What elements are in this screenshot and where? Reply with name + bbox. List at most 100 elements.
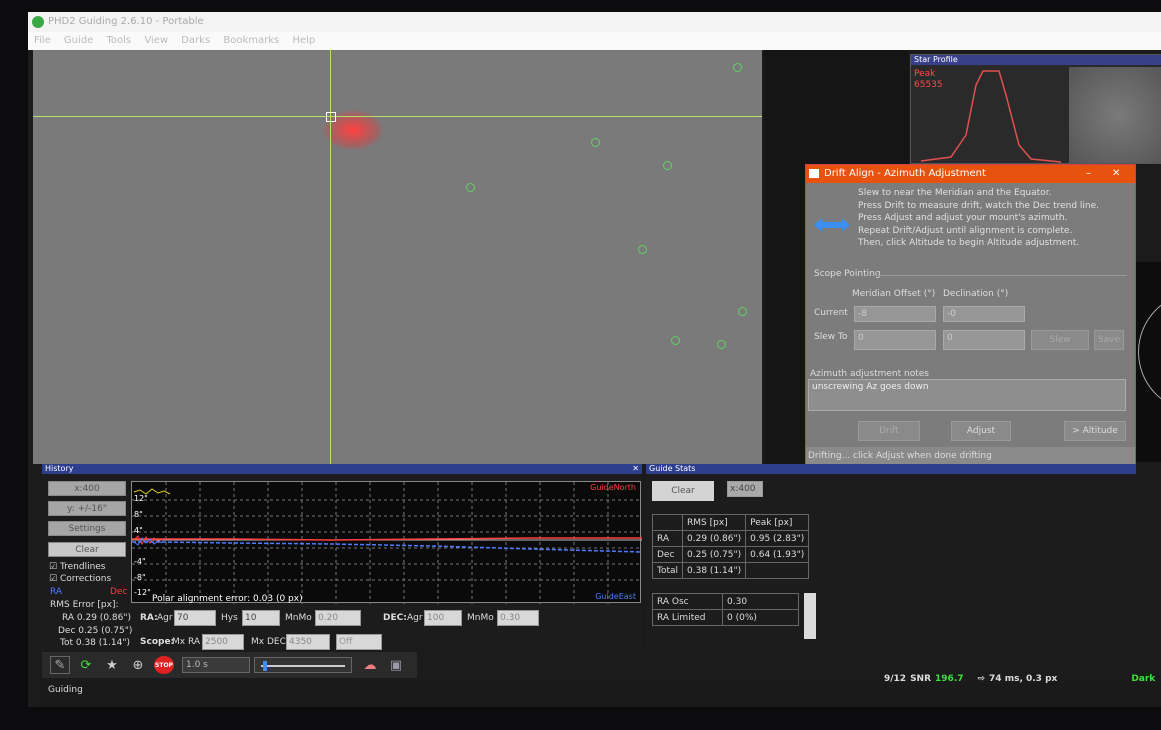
- ra-params-label: RA:: [140, 613, 158, 623]
- history-x-scale[interactable]: x:400: [48, 481, 126, 496]
- menu-tools[interactable]: Tools: [106, 35, 131, 46]
- slew-to-declination-stepper[interactable]: 0: [943, 330, 1025, 350]
- exposure-select[interactable]: 1.0 s: [182, 657, 250, 673]
- hys-label: Hys: [221, 613, 238, 623]
- header-cell: Peak [px]: [745, 514, 810, 531]
- star-icon[interactable]: ★: [102, 656, 122, 674]
- status-text: Guiding: [48, 685, 83, 695]
- close-icon[interactable]: ✕: [1112, 165, 1124, 183]
- stats-clear-button[interactable]: Clear: [652, 481, 714, 501]
- guide-north-label: GuideNorth: [590, 483, 636, 492]
- group-divider: [872, 275, 1127, 276]
- ra-min-move-stepper[interactable]: 0.20: [315, 610, 361, 626]
- pencil-icon[interactable]: ✎: [50, 656, 70, 674]
- app-icon: [32, 16, 44, 28]
- rms-error-title: RMS Error [px]:: [50, 600, 119, 610]
- oscillation-table: RA Osc 0.30 RA Limited 0 (0%): [652, 593, 799, 626]
- menu-view[interactable]: View: [144, 35, 168, 46]
- status-bar: Guiding 9/12 SNR 196.7 ⇨ 74 ms, 0.3 px D…: [42, 674, 1161, 705]
- window-title: PHD2 Guiding 2.6.10 - Portable: [48, 16, 204, 27]
- rms-dec: Dec 0.25 (0.75"): [58, 626, 133, 636]
- slew-to-meridian-stepper[interactable]: 0: [854, 330, 936, 350]
- table-row: RA Limited 0 (0%): [652, 609, 799, 626]
- header-cell: [651, 514, 684, 531]
- frame-count: 9/12: [884, 674, 907, 684]
- stats-scrollbar[interactable]: [804, 593, 816, 639]
- menu-help[interactable]: Help: [292, 35, 315, 46]
- notes-label: Azimuth adjustment notes: [810, 369, 929, 379]
- ra-trend-line: [132, 541, 642, 553]
- camera-settings-icon[interactable]: ▣: [386, 656, 406, 674]
- max-dec-stepper[interactable]: 4350: [286, 634, 330, 650]
- target-icon[interactable]: ⊕: [128, 656, 148, 674]
- y-tick: -8": [134, 573, 146, 582]
- hysteresis-stepper[interactable]: 10: [242, 610, 280, 626]
- dec-aggression-stepper[interactable]: 100: [424, 610, 462, 626]
- star-profile-panel: Star Profile Peak 65535: [910, 54, 1161, 164]
- menu-file[interactable]: File: [34, 35, 51, 46]
- polar-alignment-error: Polar alignment error: 0.03 (0 px): [152, 594, 303, 604]
- menu-bookmarks[interactable]: Bookmarks: [223, 35, 279, 46]
- notes-textarea[interactable]: unscrewing Az goes down: [808, 379, 1126, 411]
- snr-value: 196.7: [935, 674, 964, 684]
- history-close-icon[interactable]: ✕: [632, 464, 639, 474]
- dec-min-move-stepper[interactable]: 0.30: [497, 610, 539, 626]
- drift-button[interactable]: Drift: [858, 421, 920, 441]
- star-marker: [671, 336, 680, 345]
- snr-label: SNR: [910, 674, 932, 684]
- timing-readout: 74 ms, 0.3 px: [989, 674, 1058, 684]
- instruction-line: Then, click Altitude to begin Altitude a…: [858, 238, 1080, 248]
- table-cell: RA Limited: [652, 609, 723, 626]
- table-cell: Dec: [651, 546, 684, 563]
- max-ra-stepper[interactable]: 2500: [202, 634, 244, 650]
- table-row: RMS [px] Peak [px]: [651, 514, 810, 531]
- table-row: RA Osc 0.30: [652, 593, 799, 610]
- star-marker: [591, 138, 600, 147]
- target-circle: [1138, 292, 1161, 412]
- adjust-button[interactable]: Adjust: [951, 421, 1011, 441]
- guide-east-label: GuideEast: [595, 592, 636, 601]
- star-marker: [638, 245, 647, 254]
- history-settings-button[interactable]: Settings: [48, 521, 126, 536]
- menu-guide[interactable]: Guide: [64, 35, 93, 46]
- corrections-label: Corrections: [59, 574, 112, 584]
- ra-mnmo-label: MnMo: [285, 613, 312, 623]
- guide-stats-pane: Guide Stats Clear x:400 RMS [px] Peak [px…: [646, 464, 1136, 649]
- scope-pointing-label: Scope Pointing: [814, 269, 881, 279]
- corrections-checkbox[interactable]: ☑ Corrections: [49, 574, 111, 584]
- table-row: Total 0.38 (1.14"): [651, 562, 810, 579]
- menu-darks[interactable]: Darks: [181, 35, 210, 46]
- table-cell: 0.29 (0.86"): [682, 530, 747, 547]
- guide-star-box: [326, 112, 336, 122]
- history-clear-button[interactable]: Clear: [48, 542, 126, 557]
- slider-track: [261, 665, 345, 667]
- stats-x-scale[interactable]: x:400: [727, 481, 763, 497]
- gamma-slider[interactable]: [254, 657, 352, 673]
- arrow-icon: ⇨: [977, 674, 986, 684]
- minimize-icon[interactable]: –: [1086, 165, 1098, 183]
- crosshair-horizontal: [33, 116, 762, 117]
- slew-button[interactable]: Slew: [1031, 330, 1089, 350]
- table-cell: 0.30: [722, 593, 799, 610]
- altitude-button[interactable]: > Altitude: [1064, 421, 1126, 441]
- dec-agr-label: Agr: [407, 613, 423, 623]
- guide-history-graph[interactable]: 12" 8" 4" -4" -8" -12" GuideNorth GuideE…: [131, 481, 642, 604]
- ra-aggression-stepper[interactable]: 70: [174, 610, 216, 626]
- table-cell: RA Osc: [652, 593, 723, 610]
- stop-icon[interactable]: STOP: [154, 656, 174, 674]
- brain-icon[interactable]: ☁: [360, 656, 380, 674]
- rms-ra: RA 0.29 (0.86"): [62, 613, 132, 623]
- trendlines-checkbox[interactable]: ☑ Trendlines: [49, 562, 106, 572]
- table-cell: 0 (0%): [722, 609, 799, 626]
- dec-mode-select[interactable]: Off: [336, 634, 382, 650]
- slider-thumb[interactable]: [263, 661, 267, 671]
- instruction-line: Slew to near the Meridian and the Equato…: [858, 188, 1052, 198]
- table-cell: [745, 562, 810, 579]
- history-y-scale[interactable]: y: +/-16": [48, 501, 126, 516]
- star-marker: [733, 63, 742, 72]
- table-cell: 0.38 (1.14"): [682, 562, 747, 579]
- star-profile-header: Star Profile: [911, 55, 1161, 65]
- loop-icon[interactable]: ⟳: [76, 656, 96, 674]
- save-button[interactable]: Save: [1094, 330, 1124, 350]
- camera-frame[interactable]: [33, 50, 762, 464]
